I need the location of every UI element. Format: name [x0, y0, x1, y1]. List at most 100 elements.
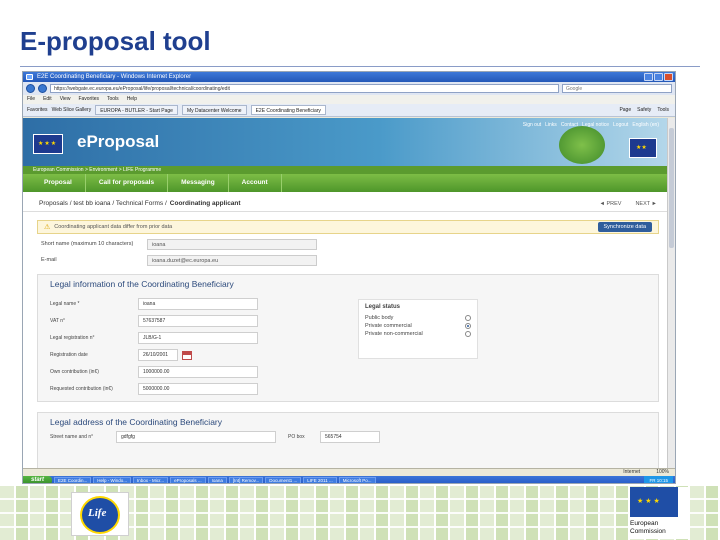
top-link[interactable]: Logout [613, 122, 628, 128]
po-box-field[interactable]: 565754 [320, 431, 380, 443]
web-page: Sign out Links Contact Legal notice Logo… [23, 118, 669, 468]
browser-tab-active[interactable]: E2E Coordinating Beneficiary [250, 105, 326, 115]
breadcrumb-path[interactable]: Proposals / test bb ioana / Technical Fo… [39, 200, 167, 207]
radio-label: Private commercial [365, 323, 412, 329]
taskbar-item[interactable]: Document1 ... [265, 477, 302, 483]
taskbar-item[interactable]: Microsoft Po... [338, 477, 376, 483]
menu-tools[interactable]: Tools [107, 95, 119, 104]
system-tray: FR 10:15 [644, 476, 673, 483]
registration-date-field[interactable]: 26/10/2001 [138, 349, 178, 361]
site-banner: Sign out Links Contact Legal notice Logo… [23, 118, 669, 166]
web-slice-link[interactable]: Web Slice Gallery [52, 107, 92, 113]
warning-banner: ⚠ Coordinating applicant data differ fro… [37, 220, 659, 234]
menu-bar: File Edit View Favorites Tools Help [23, 95, 675, 104]
taskbar-item[interactable]: eProposals ... [170, 477, 206, 483]
menu-edit[interactable]: Edit [43, 95, 52, 104]
forward-icon[interactable] [38, 84, 47, 93]
private-non-commercial-radio[interactable] [465, 331, 471, 337]
field-label: Legal name * [50, 301, 80, 307]
tree-icon [559, 126, 605, 164]
prev-button[interactable]: ◄ PREV [600, 201, 622, 207]
language-select[interactable]: English (en) [632, 122, 659, 128]
browser-tab[interactable]: EUROPA - BUTLER - Start Page [95, 105, 178, 115]
ie-icon [26, 74, 33, 80]
public-body-radio[interactable] [465, 315, 471, 321]
top-link[interactable]: Links [545, 122, 557, 128]
taskbar-item[interactable]: [Int] Remov... [228, 477, 264, 483]
street-field[interactable]: gdfgfg [116, 431, 276, 443]
back-icon[interactable] [26, 84, 35, 93]
private-commercial-radio[interactable] [465, 323, 471, 329]
life-logo: Life [71, 492, 129, 536]
start-button[interactable]: start [23, 476, 53, 483]
tabs-row: Favorites Web Slice Gallery EUROPA - BUT… [23, 104, 675, 117]
requested-contribution-field[interactable]: 5000000.00 [138, 383, 258, 395]
menu-view[interactable]: View [60, 95, 71, 104]
tools-menu[interactable]: Tools [657, 107, 669, 113]
scrollbar-thumb[interactable] [669, 128, 674, 248]
vertical-scrollbar[interactable] [667, 118, 675, 468]
warning-text: Coordinating applicant data differ from … [54, 224, 173, 230]
browser-tab[interactable]: My Datacenter Welcome [181, 105, 247, 115]
eu-flag-icon [33, 134, 63, 154]
own-contribution-field[interactable]: 1000000.00 [138, 366, 258, 378]
close-button[interactable] [664, 73, 673, 81]
field-label: Own contribution (in€) [50, 369, 99, 375]
vat-field[interactable]: 57637587 [138, 315, 258, 327]
warning-icon: ⚠ [44, 224, 51, 231]
taskbar-item[interactable]: E2E Coordin... [54, 477, 92, 483]
window-title: E2E Coordinating Beneficiary - Windows I… [37, 74, 192, 80]
minimize-button[interactable] [644, 73, 653, 81]
nav-call-for-proposals[interactable]: Call for proposals [86, 174, 169, 192]
top-link[interactable]: Sign out [523, 122, 541, 128]
field-label: Registration date [50, 352, 88, 358]
legal-registration-field[interactable]: JLB/G-1 [138, 332, 258, 344]
email-field[interactable]: ioana.duzet@ec.europa.eu [147, 254, 317, 266]
radio-label: Private non-commercial [365, 331, 423, 337]
short-name-row: Short name (maximum 10 characters) ioana [41, 238, 669, 250]
zoom-control[interactable]: 100% [656, 469, 669, 476]
legal-info-section: Legal information of the Coordinating Be… [37, 274, 659, 402]
field-label: Street name and n° [50, 434, 94, 440]
zone-indicator: Internet [623, 469, 641, 475]
main-nav: Proposal Call for proposals Messaging Ac… [23, 174, 669, 192]
field-label: PO box [288, 434, 305, 440]
section-title: Legal address of the Coordinating Benefi… [50, 417, 222, 427]
legal-address-section: Legal address of the Coordinating Benefi… [37, 412, 659, 468]
title-divider [20, 66, 700, 67]
ec-logo-text: European Commission [630, 520, 666, 535]
taskbar-item[interactable]: Help - Windo... [93, 477, 132, 483]
page-menu[interactable]: Page [619, 107, 631, 113]
european-commission-logo: European Commission [628, 487, 690, 539]
menu-favorites[interactable]: Favorites [78, 95, 99, 104]
nav-proposal[interactable]: Proposal [31, 174, 86, 192]
field-label: Requested contribution (in€) [50, 386, 113, 392]
taskbar-item[interactable]: Ioana [207, 477, 227, 483]
email-row: E-mail ioana.duzet@ec.europa.eu [41, 254, 669, 266]
breadcrumb-current: Coordinating applicant [169, 200, 241, 207]
menu-help[interactable]: Help [127, 95, 137, 104]
section-title: Legal information of the Coordinating Be… [50, 279, 234, 289]
address-toolbar: https://webgate.ec.europa.eu/eProposal/l… [23, 82, 675, 95]
legal-name-field[interactable]: ioana [138, 298, 258, 310]
maximize-button[interactable] [654, 73, 663, 81]
calendar-icon[interactable] [182, 350, 192, 360]
favorites-button[interactable]: Favorites [27, 107, 48, 113]
site-breadcrumb: European Commission > Environment > LIFE… [23, 166, 669, 174]
breadcrumb: Proposals / test bb ioana / Technical Fo… [23, 196, 669, 212]
nav-account[interactable]: Account [229, 174, 282, 192]
legal-status-title: Legal status [365, 304, 401, 310]
window-titlebar: E2E Coordinating Beneficiary - Windows I… [23, 72, 675, 82]
synchronize-button[interactable]: Synchronize data [597, 222, 652, 232]
taskbar-item[interactable]: Inbox - Micr... [133, 477, 169, 483]
legal-status-box: Legal status Public body Private commerc… [358, 299, 478, 359]
safety-menu[interactable]: Safety [637, 107, 651, 113]
menu-file[interactable]: File [27, 95, 35, 104]
short-name-field[interactable]: ioana [147, 238, 317, 250]
search-input[interactable]: Google [562, 84, 672, 93]
taskbar-item[interactable]: LIFE 2011 ... [303, 477, 337, 483]
radio-label: Public body [365, 315, 394, 321]
next-button[interactable]: NEXT ► [635, 201, 657, 207]
nav-messaging[interactable]: Messaging [168, 174, 229, 192]
address-bar[interactable]: https://webgate.ec.europa.eu/eProposal/l… [50, 84, 559, 93]
